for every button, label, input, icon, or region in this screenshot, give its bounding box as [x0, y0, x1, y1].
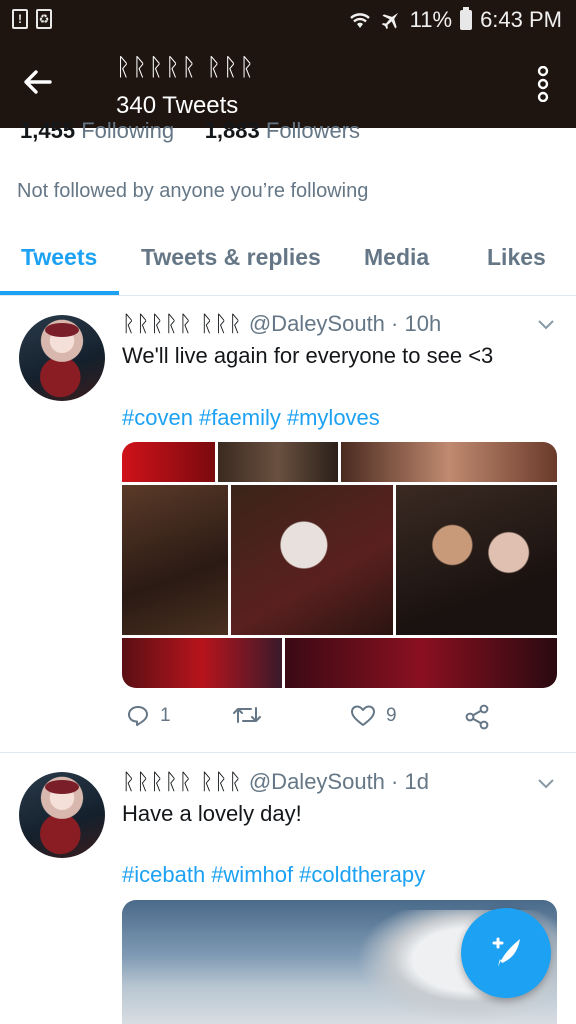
reply-button[interactable]: 1 — [126, 704, 171, 728]
avatar[interactable] — [19, 772, 105, 858]
like-button[interactable]: 9 — [350, 704, 397, 728]
photo-collage[interactable] — [122, 442, 557, 688]
share-icon — [465, 704, 489, 730]
profile-name: ᚱᚱᚱᚱᚱ ᚱᚱᚱ — [116, 54, 256, 81]
tab-tweets-and-replies[interactable]: Tweets & replies — [141, 244, 321, 271]
recycle-notification-icon: ♻ — [36, 9, 52, 29]
collage-photo[interactable] — [218, 442, 338, 482]
collage-photo[interactable] — [341, 442, 557, 482]
compose-tweet-icon — [492, 937, 520, 967]
tweet-author-line: ᚱᚱᚱᚱᚱ ᚱᚱᚱ @DaleySouth · 1d — [122, 769, 429, 795]
hashtag-link[interactable]: #wimhof — [211, 862, 293, 887]
collage-photo[interactable] — [285, 638, 557, 688]
tweet-hashtags: #icebath #wimhof #coldtherapy — [122, 862, 431, 888]
author-name[interactable]: ᚱᚱᚱᚱᚱ ᚱᚱᚱ — [122, 311, 243, 336]
reply-count: 1 — [160, 705, 171, 726]
alert-notification-icon: ! — [12, 9, 28, 29]
more-vertical-icon[interactable] — [536, 66, 550, 102]
tweet-actions: 1 9 — [122, 704, 502, 738]
profile-tabs: Tweets Tweets & replies Media Likes — [0, 232, 576, 296]
compose-tweet-button[interactable] — [461, 908, 551, 998]
battery-percent: 11% — [409, 7, 453, 32]
following-count[interactable]: 1,455 — [20, 118, 75, 143]
tweet-count: 340 Tweets — [116, 92, 239, 119]
tweet-time: · 10h — [391, 311, 442, 336]
tweet-text: Have a lovely day! — [122, 801, 302, 826]
collage-photo[interactable] — [231, 485, 393, 635]
author-handle[interactable]: @DaleySouth — [249, 769, 385, 794]
like-icon — [351, 705, 375, 726]
tweet-text: We'll live again for everyone to see <3 — [122, 343, 494, 368]
retweet-button[interactable] — [232, 704, 262, 726]
reply-icon — [128, 706, 148, 726]
not-followed-notice: Not followed by anyone you’re following — [17, 180, 369, 202]
status-bar: ! ♻ 11% 6:43 PM — [0, 0, 576, 40]
tab-likes[interactable]: Likes — [487, 244, 546, 271]
avatar[interactable] — [19, 315, 105, 401]
collage-photo[interactable] — [122, 485, 228, 635]
hashtag-link[interactable]: #icebath — [122, 862, 205, 887]
clock: 6:43 PM — [480, 7, 562, 32]
back-arrow-icon[interactable] — [20, 64, 56, 100]
active-tab-indicator — [0, 291, 119, 295]
collage-photo[interactable] — [122, 638, 282, 688]
follow-stats: 1,455 Following 1,883 Followers — [20, 118, 360, 144]
profile-header-bar: ᚱᚱᚱᚱᚱ ᚱᚱᚱ 340 Tweets — [0, 40, 576, 128]
chevron-down-icon[interactable] — [538, 779, 554, 789]
tweet-time: · 1d — [391, 769, 429, 794]
tweet-author-line: ᚱᚱᚱᚱᚱ ᚱᚱᚱ @DaleySouth · 10h — [122, 311, 441, 337]
like-count: 9 — [386, 705, 397, 726]
tab-media[interactable]: Media — [364, 244, 429, 271]
followers-count[interactable]: 1,883 — [205, 118, 260, 143]
chevron-down-icon[interactable] — [538, 320, 554, 330]
wifi-icon — [349, 13, 370, 28]
hashtag-link[interactable]: #myloves — [287, 405, 380, 430]
collage-photo[interactable] — [122, 442, 215, 482]
author-name[interactable]: ᚱᚱᚱᚱᚱ ᚱᚱᚱ — [122, 769, 243, 794]
hashtag-link[interactable]: #coven — [122, 405, 193, 430]
hashtag-link[interactable]: #coldtherapy — [299, 862, 425, 887]
tab-tweets[interactable]: Tweets — [21, 244, 97, 271]
battery-icon — [460, 7, 473, 30]
airplane-icon — [381, 12, 398, 30]
following-label[interactable]: Following — [81, 118, 174, 143]
tweet-divider — [0, 752, 576, 753]
tweet-hashtags: #coven #faemily #myloves — [122, 405, 386, 431]
share-button[interactable] — [464, 704, 490, 730]
hashtag-link[interactable]: #faemily — [199, 405, 281, 430]
retweet-icon — [233, 707, 261, 723]
author-handle[interactable]: @DaleySouth — [249, 311, 385, 336]
collage-photo[interactable] — [396, 485, 557, 635]
followers-label[interactable]: Followers — [266, 118, 360, 143]
